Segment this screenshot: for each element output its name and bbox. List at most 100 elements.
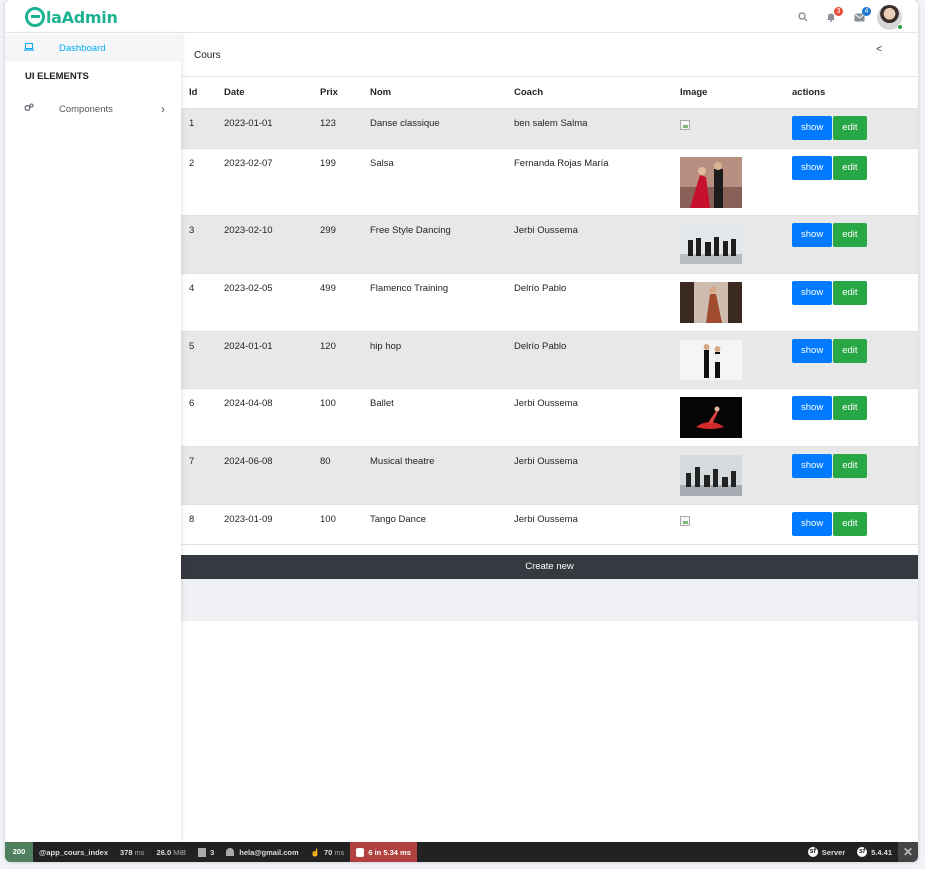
course-thumbnail: [680, 454, 742, 496]
cell-nom: Musical theatre: [362, 446, 506, 505]
cell-image: [672, 446, 784, 505]
cell-date: 2024-04-08: [216, 388, 312, 447]
forms-count: 3: [210, 847, 215, 857]
cell-id: 1: [181, 108, 216, 149]
edit-button[interactable]: edit: [833, 222, 867, 247]
debug-toolbar: 200 @app_cours_index 378 ms 26.0 MiB 3 hel…: [5, 842, 918, 862]
app-window: laAdmin 3 4 Dashboard UI ELEMENTS Compon…: [5, 0, 918, 862]
table-row: 8 2023-01-09 100 Tango Dance Jerbi Oussema sh…: [181, 504, 918, 545]
show-button[interactable]: show: [792, 280, 833, 305]
table-row: 5 2024-01-01 120 hip hop Delrío Pablo show edi…: [181, 331, 918, 389]
forms-panel[interactable]: 3: [192, 842, 220, 862]
cell-id: 6: [181, 388, 216, 447]
cell-nom: hip hop: [362, 331, 506, 389]
route-name[interactable]: @app_cours_index: [33, 842, 114, 862]
cell-id: 3: [181, 215, 216, 274]
table-row: 4 2023-02-05 499 Flamenco Training Delrío Pa…: [181, 273, 918, 332]
cell-date: 2024-01-01: [216, 331, 312, 389]
cell-coach: Jerbi Oussema: [506, 215, 672, 274]
cell-prix: 299: [312, 215, 362, 274]
edit-button[interactable]: edit: [833, 155, 867, 180]
cell-actions: show edit: [784, 504, 918, 545]
table-row: 1 2023-01-01 123 Danse classique ben salem S…: [181, 108, 918, 149]
user-avatar[interactable]: [877, 4, 903, 30]
time-value: 378: [120, 847, 133, 857]
security-panel[interactable]: hela@gmail.com: [220, 842, 304, 862]
memory-usage[interactable]: 26.0 MiB: [151, 842, 193, 862]
table-row: 2 2023-02-07 199 Salsa Fernanda Rojas María s…: [181, 148, 918, 216]
cell-nom: Ballet: [362, 388, 506, 447]
course-thumbnail: [680, 281, 742, 323]
show-button[interactable]: show: [792, 115, 833, 140]
edit-button[interactable]: edit: [833, 395, 867, 420]
cell-prix: 499: [312, 273, 362, 332]
cell-coach: Fernanda Rojas María: [506, 148, 672, 216]
show-button[interactable]: show: [792, 338, 833, 363]
logo-text: laAdmin: [46, 7, 118, 27]
card-title: Cours: [194, 50, 221, 61]
sidebar-item-dashboard[interactable]: Dashboard: [5, 34, 181, 62]
broken-image-icon: [680, 119, 690, 130]
edit-button[interactable]: edit: [833, 115, 867, 140]
column-header-id: Id: [181, 77, 216, 109]
courses-table: Id Date Prix Nom Coach Image actions 1 20…: [181, 77, 918, 545]
symfony-icon: sf: [807, 847, 818, 857]
forms-icon: [198, 847, 207, 857]
cell-date: 2023-02-05: [216, 273, 312, 332]
notifications-badge: 3: [834, 7, 843, 16]
init-time[interactable]: ☝ 70 ms: [305, 842, 351, 862]
db-queries: 6 in 5.34 ms: [368, 847, 411, 857]
server-panel[interactable]: sf Server: [802, 842, 851, 862]
column-header-nom: Nom: [362, 77, 506, 109]
edit-button[interactable]: edit: [833, 453, 867, 478]
cell-actions: show edit: [784, 331, 918, 389]
show-button[interactable]: show: [792, 395, 833, 420]
search-icon[interactable]: [789, 4, 817, 30]
cell-prix: 80: [312, 446, 362, 505]
edit-button[interactable]: edit: [833, 511, 867, 536]
show-button[interactable]: show: [792, 453, 833, 478]
brand-logo[interactable]: laAdmin: [25, 6, 118, 28]
request-time[interactable]: 378 ms: [114, 842, 151, 862]
cell-nom: Danse classique: [362, 108, 506, 149]
symfony-version[interactable]: sf 5.4.41: [851, 842, 898, 862]
cell-id: 8: [181, 504, 216, 545]
server-label: Server: [821, 847, 846, 857]
status-code-badge[interactable]: 200: [5, 842, 33, 862]
cell-nom: Free Style Dancing: [362, 215, 506, 274]
cell-nom: Tango Dance: [362, 504, 506, 545]
create-new-button[interactable]: Create new: [181, 555, 918, 579]
edit-button[interactable]: edit: [833, 280, 867, 305]
cell-image: [672, 273, 784, 332]
memory-value: 26.0: [156, 847, 172, 857]
show-button[interactable]: show: [792, 511, 833, 536]
cell-date: 2023-02-10: [216, 215, 312, 274]
memory-unit: MiB: [173, 847, 187, 857]
cell-date: 2024-06-08: [216, 446, 312, 505]
card-header: Cours <: [181, 33, 918, 77]
cell-coach: Jerbi Oussema: [506, 388, 672, 447]
database-panel[interactable]: 6 in 5.34 ms: [350, 842, 417, 862]
edit-button[interactable]: edit: [833, 338, 867, 363]
notifications-button[interactable]: 3: [817, 4, 845, 30]
user-icon: [226, 848, 235, 856]
sidebar: Dashboard UI ELEMENTS Components ›: [5, 33, 181, 842]
course-thumbnail: [680, 396, 742, 438]
collapse-button[interactable]: <: [876, 44, 882, 55]
table-row: 7 2024-06-08 80 Musical theatre Jerbi Oussem…: [181, 446, 918, 505]
chevron-right-icon: ›: [161, 102, 165, 116]
cell-nom: Salsa: [362, 148, 506, 216]
cell-id: 5: [181, 331, 216, 389]
cell-nom: Flamenco Training: [362, 273, 506, 332]
show-button[interactable]: show: [792, 155, 833, 180]
sidebar-item-components[interactable]: Components ›: [5, 95, 181, 123]
show-button[interactable]: show: [792, 222, 833, 247]
cell-image: [672, 504, 784, 545]
close-toolbar-button[interactable]: ✕: [898, 842, 918, 862]
symfony-logo-icon: sf: [857, 847, 868, 857]
cell-image: [672, 215, 784, 274]
cell-actions: show edit: [784, 108, 918, 149]
cell-actions: show edit: [784, 446, 918, 505]
messages-button[interactable]: 4: [845, 4, 873, 30]
cogs-icon: [24, 103, 44, 115]
